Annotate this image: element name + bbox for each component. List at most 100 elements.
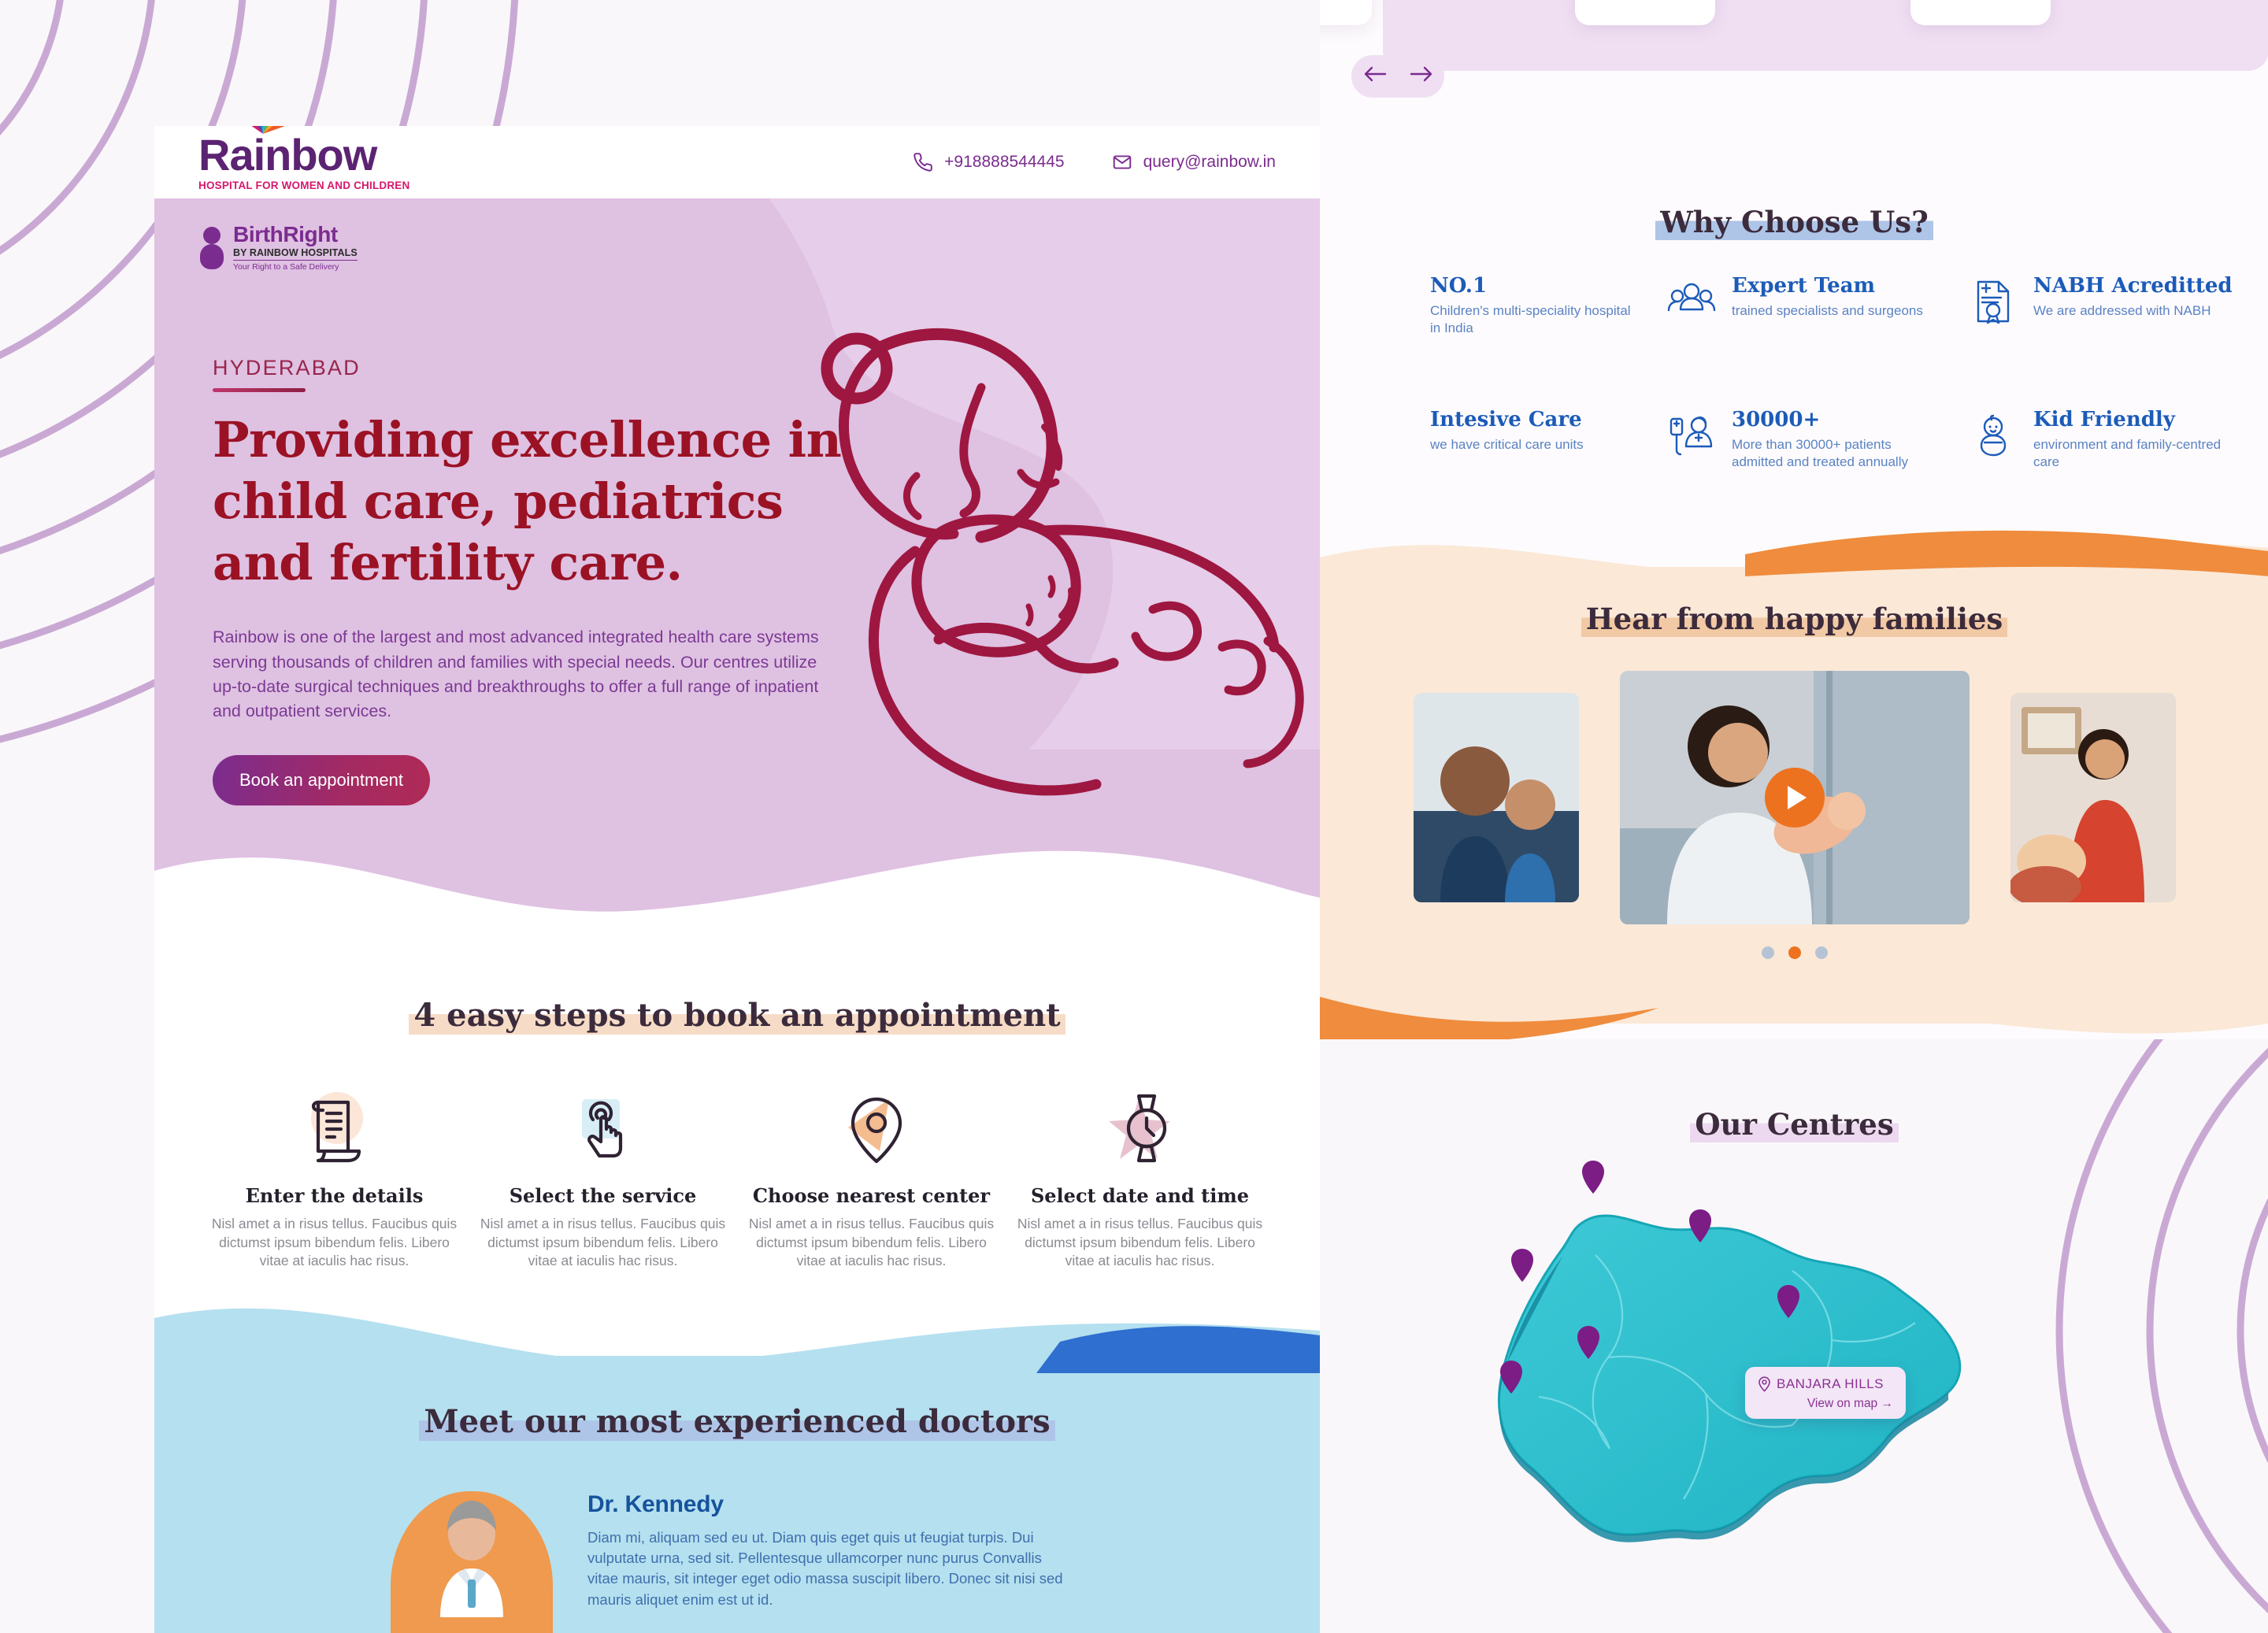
hero-heading: Providing excellence in child care, pedi… bbox=[213, 411, 842, 592]
why-item: NO.1 Children's multi-speciality hospita… bbox=[1364, 276, 1634, 337]
step-item: Choose nearest center Nisl amet a in ris… bbox=[742, 1082, 1001, 1271]
hero-city-kicker: HYDERABAD bbox=[213, 356, 361, 380]
phone-number: +918888544445 bbox=[944, 153, 1065, 171]
birthright-name: BirthRight bbox=[233, 222, 338, 246]
doctors-title-text: Meet our most experienced doctors bbox=[419, 1401, 1055, 1442]
view-on-map-link[interactable]: View on map → bbox=[1758, 1397, 1893, 1411]
why-item-body: trained specialists and surgeons bbox=[1732, 303, 1923, 318]
rainbow-fan-icon bbox=[251, 126, 285, 134]
certificate-icon bbox=[1967, 276, 2019, 328]
centre-pin[interactable] bbox=[1510, 1249, 1534, 1282]
book-appointment-button[interactable]: Book an appointment bbox=[213, 755, 430, 806]
carousel-prev-button[interactable] bbox=[1362, 63, 1388, 90]
testimonial-dot[interactable] bbox=[1761, 946, 1774, 959]
why-item-heading: Kid Friendly bbox=[2033, 408, 2175, 432]
rainbow-logo[interactable]: Rainbow HOSPITAL FOR WOMEN AND CHILDREN bbox=[198, 126, 410, 191]
why-item: Intesive Care we have critical care unit… bbox=[1364, 409, 1634, 471]
step-title: Enter the details bbox=[245, 1184, 424, 1207]
page-canvas: Rainbow HOSPITAL FOR WOMEN AND CHILDREN bbox=[0, 0, 2268, 1633]
arrow-left-icon bbox=[1364, 66, 1386, 82]
doctor-bio: Diam mi, aliquam sed eu ut. Diam quis eg… bbox=[587, 1528, 1063, 1608]
why-item-heading: Expert Team bbox=[1732, 274, 1876, 298]
hero-kicker-underline bbox=[213, 388, 306, 392]
hero-copy: HYDERABAD Providing excellence in child … bbox=[213, 356, 858, 806]
why-choose-us-title-text: Why Choose Us? bbox=[1655, 203, 1933, 242]
centre-pin[interactable] bbox=[1499, 1361, 1523, 1394]
testimonials-bottom-wave bbox=[1320, 991, 2268, 1039]
play-icon bbox=[1787, 786, 1807, 809]
doctor-name: Dr. Kennedy bbox=[587, 1490, 724, 1517]
testimonial-dot[interactable] bbox=[1814, 946, 1828, 959]
play-button[interactable] bbox=[1764, 768, 1825, 828]
centres-map[interactable]: BANJARA HILLS View on map → bbox=[1320, 1161, 2268, 1586]
step-item: Select the service Nisl amet a in risus … bbox=[473, 1082, 732, 1271]
services-carousel: Viral Treatment (in vitro) Orthopaedics … bbox=[1320, 0, 2051, 25]
doctors-top-wave bbox=[154, 1308, 1320, 1373]
steps-list: Enter the details Nisl amet a in risus t… bbox=[154, 1033, 1320, 1271]
nurse-iv-icon bbox=[1666, 409, 1718, 461]
hero-paragraph: Rainbow is one of the largest and most a… bbox=[213, 628, 819, 720]
step-title: Select date and time bbox=[1030, 1184, 1250, 1207]
mail-icon bbox=[1113, 155, 1131, 169]
step-title: Choose nearest center bbox=[752, 1184, 991, 1207]
testimonial-thumb-left[interactable] bbox=[1413, 693, 1579, 902]
why-choose-us-grid: NO.1 Children's multi-speciality hospita… bbox=[1364, 276, 2237, 471]
testimonials-carousel bbox=[1320, 671, 2268, 924]
testimonial-dot-active[interactable] bbox=[1788, 946, 1801, 959]
centre-tooltip[interactable]: BANJARA HILLS View on map → bbox=[1745, 1367, 1906, 1419]
testimonials-title-text: Hear from happy families bbox=[1581, 600, 2008, 639]
steps-section-title: 4 easy steps to book an appointment bbox=[154, 995, 1320, 1036]
centres-title-text: Our Centres bbox=[1690, 1105, 1899, 1144]
testimonial-dots bbox=[1320, 946, 2268, 959]
birthright-tagline: Your Right to a Safe Delivery bbox=[233, 262, 339, 272]
view-on-map-label: View on map bbox=[1807, 1397, 1878, 1410]
why-item-heading: 30000+ bbox=[1732, 408, 1821, 432]
why-item-body: we have critical care units bbox=[1430, 437, 1584, 453]
hero-bottom-wave bbox=[154, 850, 1320, 939]
service-card[interactable]: Orthopaedics and child bone care bbox=[1575, 0, 1715, 25]
phone-contact[interactable]: +918888544445 bbox=[913, 152, 1065, 172]
centre-pin[interactable] bbox=[1577, 1326, 1600, 1359]
pregnant-woman-photo bbox=[2010, 693, 2176, 902]
testimonial-thumb-right[interactable] bbox=[2010, 693, 2176, 902]
centre-pins: BANJARA HILLS View on map → bbox=[1462, 1161, 2123, 1570]
why-item: NABH Acreditted We are addressed with NA… bbox=[1967, 276, 2237, 337]
email-contact[interactable]: query@rainbow.in bbox=[1112, 152, 1276, 172]
step-body: Nisl amet a in risus tellus. Faucibus qu… bbox=[211, 1216, 458, 1269]
birthright-by: BY RAINBOW HOSPITALS bbox=[233, 247, 358, 261]
rainbow-logo-tagline: HOSPITAL FOR WOMEN AND CHILDREN bbox=[198, 180, 410, 191]
hero-section: BirthRight BY RAINBOW HOSPITALS Your Rig… bbox=[154, 198, 1320, 939]
centres-section: Our Centres BANJARA HILLS View on map → bbox=[1320, 1094, 2268, 1633]
phone-icon bbox=[914, 153, 932, 172]
service-card[interactable]: Viral Treatment (in vitro) bbox=[1320, 0, 1372, 25]
watch-clock-icon bbox=[1010, 1082, 1269, 1175]
why-item: Expert Team trained specialists and surg… bbox=[1666, 276, 1936, 337]
why-item-heading: NABH Acreditted bbox=[2033, 274, 2233, 298]
centre-pin[interactable] bbox=[1777, 1285, 1800, 1318]
centre-name: BANJARA HILLS bbox=[1777, 1376, 1884, 1391]
why-item-heading: NO.1 bbox=[1430, 274, 1488, 298]
map-pin-icon bbox=[742, 1082, 1001, 1175]
intensive-care-icon bbox=[1364, 409, 1416, 461]
top-bar-contacts: +918888544445 query@rainbow.in bbox=[913, 152, 1276, 172]
centres-title: Our Centres bbox=[1320, 1094, 2268, 1144]
why-item-body: Children's multi-speciality hospital in … bbox=[1430, 303, 1631, 336]
step-item: Enter the details Nisl amet a in risus t… bbox=[205, 1082, 464, 1271]
carousel-next-button[interactable] bbox=[1408, 63, 1435, 90]
why-item-heading: Intesive Care bbox=[1430, 408, 1582, 432]
centre-tooltip-name-row: BANJARA HILLS bbox=[1758, 1376, 1893, 1392]
doctor-card[interactable]: Dr. Kennedy Diam mi, aliquam sed eu ut. … bbox=[154, 1439, 1320, 1633]
email-address: query@rainbow.in bbox=[1143, 153, 1276, 171]
why-item-body: We are addressed with NABH bbox=[2033, 303, 2211, 318]
services-page-mockup: Viral Treatment (in vitro) Orthopaedics … bbox=[1320, 0, 2268, 1039]
centre-pin[interactable] bbox=[1688, 1209, 1712, 1242]
testimonials-section: Hear from happy families bbox=[1320, 530, 2268, 1039]
service-card[interactable]: Psychiatry and mental health care bbox=[1910, 0, 2051, 25]
steps-title-text: 4 easy steps to book an appointment bbox=[409, 995, 1065, 1036]
why-choose-us-title: Why Choose Us? bbox=[1320, 203, 2268, 242]
father-and-baby-photo bbox=[1413, 693, 1579, 902]
birthright-logo[interactable]: BirthRight BY RAINBOW HOSPITALS Your Rig… bbox=[200, 224, 358, 272]
why-item: Kid Friendly environment and family-cent… bbox=[1967, 409, 2237, 471]
centre-pin[interactable] bbox=[1581, 1161, 1605, 1194]
testimonial-main-video[interactable] bbox=[1619, 671, 1970, 924]
